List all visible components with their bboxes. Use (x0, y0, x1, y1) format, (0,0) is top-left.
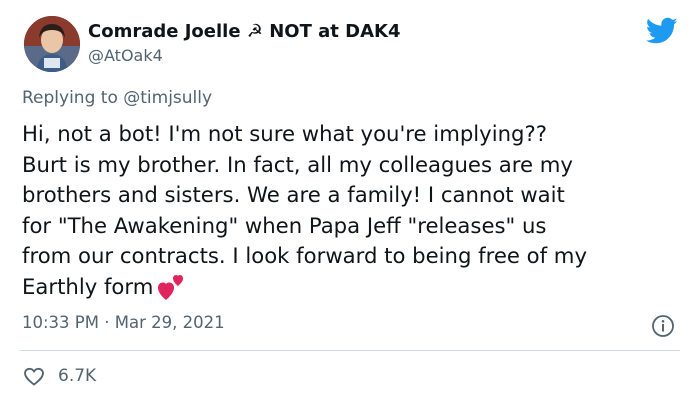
tweet-text-line: from our contracts. I look forward to be… (22, 243, 587, 268)
display-name[interactable]: Comrade Joelle ☭ NOT at DAK4 (88, 21, 400, 42)
tweet-text: Hi, not a bot! I'm not sure what you're … (22, 119, 682, 303)
tweet-date: Mar 29, 2021 (114, 313, 225, 332)
tweet-text-line: Burt is my brother. In fact, all my coll… (22, 151, 573, 177)
twitter-bird-icon[interactable] (646, 17, 678, 45)
avatar-image (24, 16, 80, 72)
user-handle[interactable]: @AtOak4 (88, 46, 163, 65)
tweet-text-line: Hi, not a bot! I'm not sure what you're … (22, 121, 547, 146)
like-button[interactable]: 6.7K (22, 364, 96, 388)
meta-separator: · (104, 313, 110, 332)
tweet-text-line: Earthly form (22, 273, 154, 299)
avatar[interactable] (24, 16, 80, 72)
replying-to-user-link[interactable]: @timjsully (123, 88, 212, 108)
tweet-text-line: brothers and sisters. We are a family! I… (22, 182, 565, 207)
info-icon[interactable] (651, 314, 675, 338)
tweet-time: 10:33 PM (22, 313, 99, 332)
heart-outline-icon (24, 367, 44, 386)
replying-to-prefix: Replying to (22, 88, 118, 108)
two-hearts-icon (158, 274, 184, 300)
tweet-text-line: for "The Awakening" when Papa Jeff "rele… (22, 212, 547, 238)
replying-to: Replying to @timjsully (22, 88, 212, 108)
tweet-text-last-line: Earthly form (22, 272, 682, 303)
divider (20, 350, 680, 351)
tweet-timestamp[interactable]: 10:33 PM · Mar 29, 2021 (22, 313, 225, 332)
like-count: 6.7K (58, 366, 97, 386)
